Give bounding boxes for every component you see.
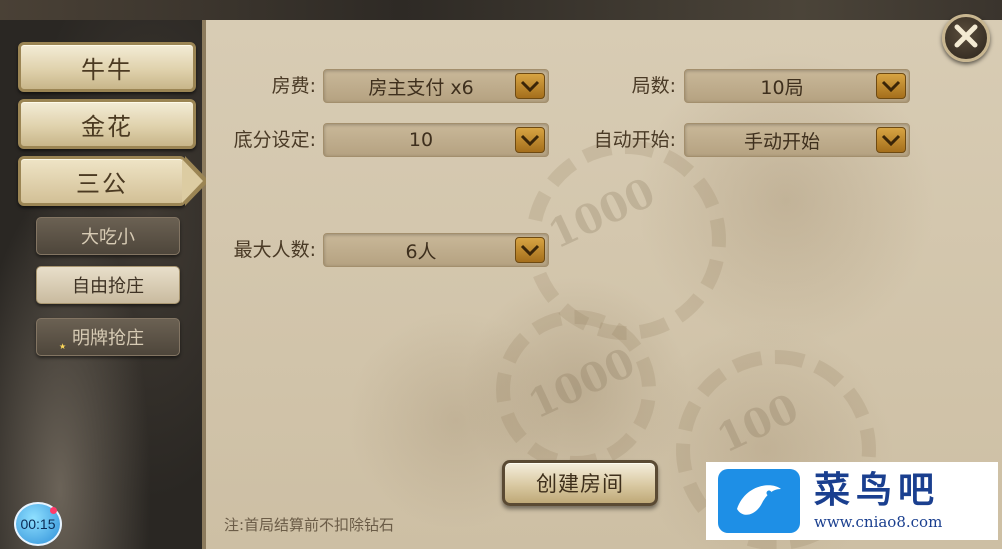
close-button[interactable] (942, 14, 990, 62)
auto-start-label: 自动开始: (593, 129, 676, 151)
rounds-select[interactable]: 10局 (684, 69, 910, 103)
subtab-label: 明牌抢庄 (72, 328, 144, 349)
footnote: 注:首局结算前不扣除钻石 (224, 516, 395, 534)
subtab-mingpai-qiangzhuang[interactable]: 明牌抢庄 ★ (36, 318, 180, 356)
chevron-down-icon[interactable] (876, 73, 906, 99)
base-score-select[interactable]: 10 (323, 123, 549, 157)
create-room-button[interactable]: 创建房间 (502, 460, 658, 506)
star-icon: ★ (59, 342, 67, 351)
subtab-ziyou-qiangzhuang[interactable]: 自由抢庄 (36, 266, 180, 304)
room-fee-label: 房费: (271, 75, 316, 97)
tab-label: 牛牛 (81, 55, 133, 84)
subtab-label: 大吃小 (81, 227, 135, 248)
auto-start-select[interactable]: 手动开始 (684, 123, 910, 157)
create-room-label: 创建房间 (536, 472, 624, 496)
chevron-down-icon[interactable] (515, 237, 545, 263)
rounds-label: 局数: (631, 75, 676, 97)
subtab-label: 自由抢庄 (72, 276, 144, 297)
max-players-label: 最大人数: (233, 239, 316, 261)
chevron-down-icon[interactable] (515, 127, 545, 153)
bird-logo-icon (718, 469, 800, 533)
watermark-title: 菜鸟吧 (814, 470, 941, 511)
timer-badge: 00:15 (14, 502, 62, 546)
sidebar: 牛牛 金花 三公 大吃小 自由抢庄 明牌抢庄 ★ (0, 20, 209, 549)
base-score-label: 底分设定: (233, 129, 316, 151)
timer-text: 00:15 (20, 516, 56, 532)
notification-dot (50, 507, 57, 514)
watermark: 菜鸟吧 www.cniao8.com (706, 462, 998, 540)
room-fee-select[interactable]: 房主支付 x6 (323, 69, 549, 103)
chevron-down-icon[interactable] (876, 127, 906, 153)
top-strip (0, 0, 1002, 20)
tab-sangong[interactable]: 三公 (18, 156, 209, 206)
tab-label: 金花 (81, 112, 133, 141)
tab-niuniu[interactable]: 牛牛 (18, 42, 196, 92)
close-icon (953, 23, 979, 53)
watermark-url: www.cniao8.com (814, 513, 943, 531)
subtab-dachixiao[interactable]: 大吃小 (36, 217, 180, 255)
tab-label: 三公 (76, 169, 128, 198)
max-players-select[interactable]: 6人 (323, 233, 549, 267)
tab-jinhua[interactable]: 金花 (18, 99, 196, 149)
chevron-down-icon[interactable] (515, 73, 545, 99)
